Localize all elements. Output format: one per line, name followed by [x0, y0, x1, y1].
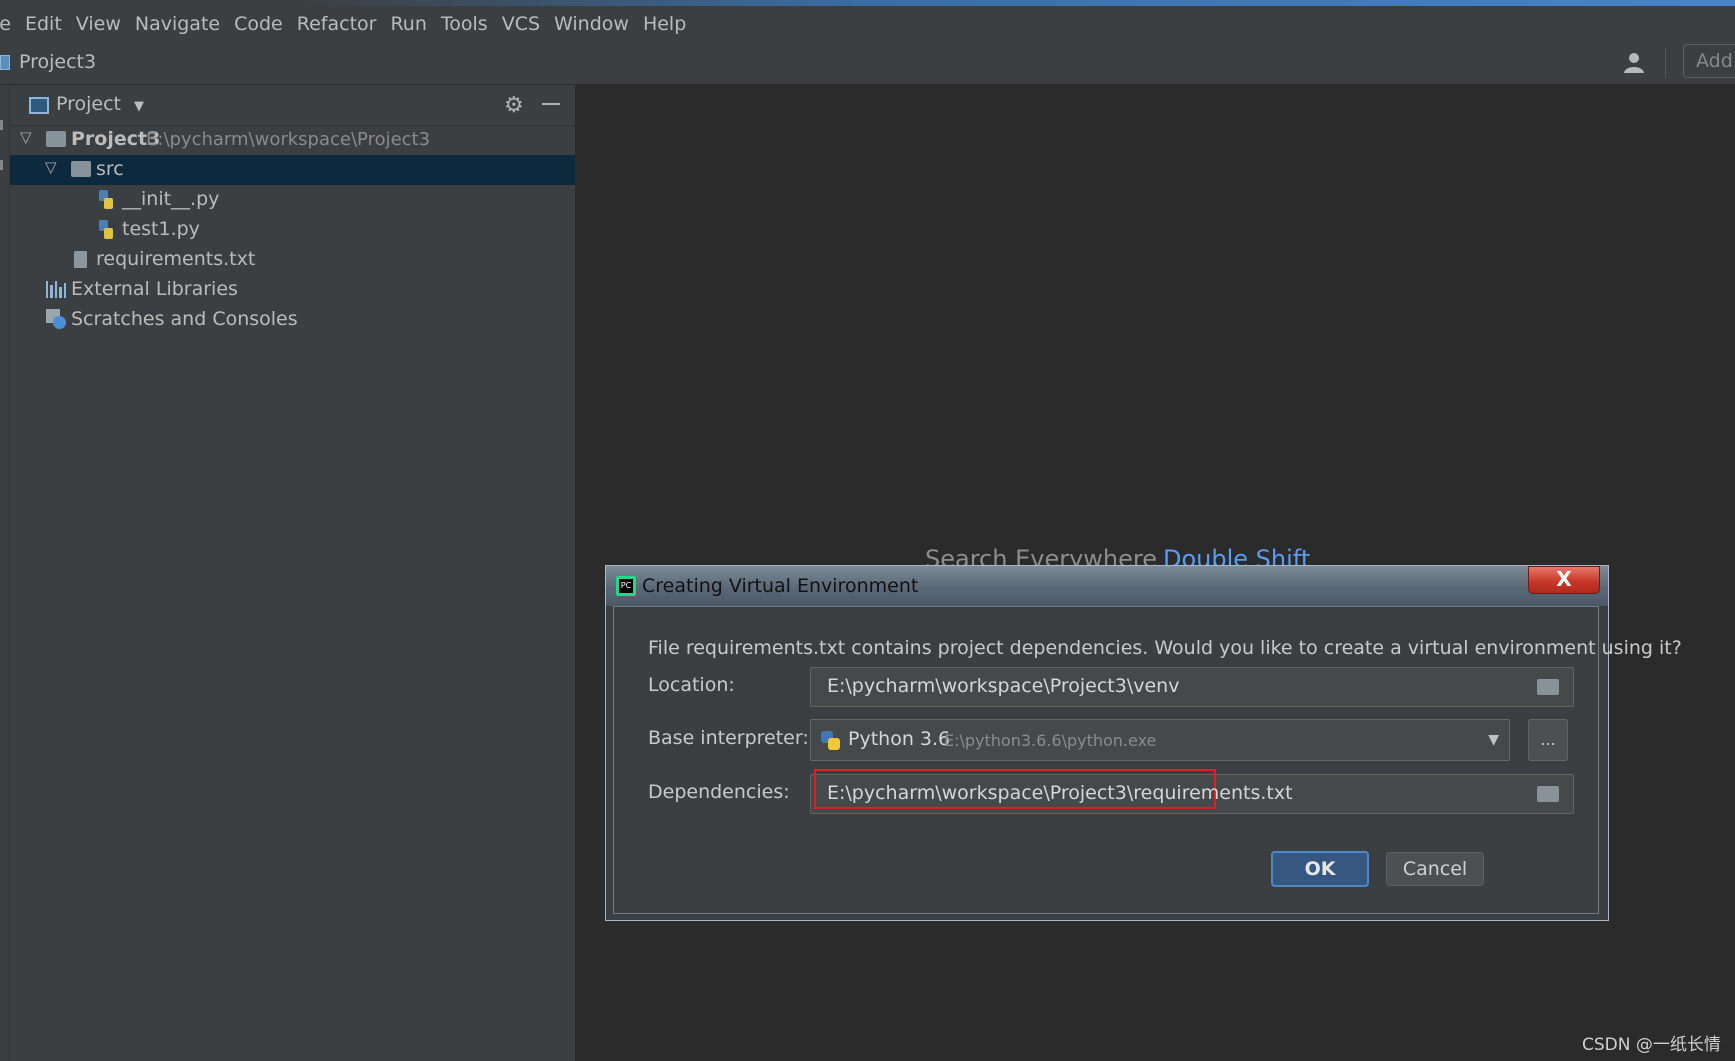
dialog-title: Creating Virtual Environment	[642, 575, 919, 597]
project-icon	[0, 55, 10, 70]
pycharm-icon: PC	[616, 576, 636, 596]
tree-item-requirements[interactable]: requirements.txt	[10, 245, 575, 275]
menu-edit[interactable]: Edit	[25, 13, 62, 35]
menu-navigate[interactable]: Navigate	[135, 13, 220, 35]
dependencies-label: Dependencies:	[648, 781, 790, 803]
navigation-bar: Project3 Add	[0, 42, 1735, 85]
chevron-down-icon[interactable]: ▼	[1488, 732, 1499, 748]
tree-init-label: __init__.py	[122, 188, 220, 210]
menu-tools[interactable]: Tools	[441, 13, 488, 35]
menu-refactor[interactable]: Refactor	[297, 13, 377, 35]
python-file-icon	[99, 220, 114, 239]
location-field[interactable]: E:\pycharm\workspace\Project3\venv	[810, 667, 1574, 707]
interpreter-label: Base interpreter:	[648, 727, 809, 749]
folder-icon[interactable]	[1537, 679, 1559, 695]
project-panel-header: Project ▼ ⚙	[10, 85, 575, 126]
text-file-icon	[74, 251, 87, 268]
stripe-marker	[0, 120, 3, 130]
tree-test1-label: test1.py	[122, 218, 200, 240]
tree-item-external-libraries[interactable]: External Libraries	[10, 275, 575, 305]
menu-view[interactable]: View	[76, 13, 121, 35]
chevron-down-icon[interactable]: ▼	[134, 99, 144, 114]
dependencies-value: E:\pycharm\workspace\Project3\requiremen…	[827, 782, 1293, 804]
menu-run[interactable]: Run	[390, 13, 426, 35]
project-view-icon	[29, 97, 49, 114]
menu-vcs[interactable]: VCS	[502, 13, 540, 35]
interpreter-path: E:\python3.6.6\python.exe	[944, 731, 1157, 750]
menu-file[interactable]: le	[0, 13, 11, 35]
tree-external-libraries-label: External Libraries	[71, 278, 238, 300]
menu-window[interactable]: Window	[554, 13, 629, 35]
python-file-icon	[99, 190, 114, 209]
tree-item-scratches[interactable]: Scratches and Consoles	[10, 305, 575, 335]
interpreter-select[interactable]: Python 3.6 E:\python3.6.6\python.exe ▼	[810, 719, 1510, 761]
tool-window-stripe	[0, 85, 10, 1061]
menu-bar: le Edit View Navigate Code Refactor Run …	[0, 6, 1735, 42]
folder-icon[interactable]	[1537, 786, 1559, 802]
add-configuration-button[interactable]: Add	[1683, 44, 1735, 78]
dialog-message: File requirements.txt contains project d…	[648, 637, 1682, 659]
chevron-down-icon[interactable]: ▽	[20, 128, 32, 146]
source-folder-icon	[71, 161, 91, 177]
tree-requirements-label: requirements.txt	[96, 248, 256, 270]
minimize-icon[interactable]	[542, 103, 560, 105]
create-venv-dialog: PC Creating Virtual Environment X File r…	[605, 565, 1682, 921]
tree-item-init[interactable]: __init__.py	[10, 185, 575, 215]
python-icon	[821, 731, 841, 751]
cancel-button[interactable]: Cancel	[1386, 852, 1484, 886]
scratches-icon	[46, 309, 66, 329]
tree-src-label: src	[96, 158, 124, 180]
menu-code[interactable]: Code	[234, 13, 283, 35]
dependencies-field[interactable]: E:\pycharm\workspace\Project3\requiremen…	[810, 769, 1574, 814]
folder-icon	[46, 131, 66, 147]
project-tool-window: Project ▼ ⚙ ▽ Project3 E:\pycharm\worksp…	[10, 85, 576, 1061]
menu-help[interactable]: Help	[643, 13, 686, 35]
browse-interpreter-button[interactable]: ...	[1528, 719, 1568, 761]
location-label: Location:	[648, 674, 735, 696]
breadcrumb-project[interactable]: Project3	[19, 51, 96, 73]
dialog-body: File requirements.txt contains project d…	[613, 606, 1682, 914]
project-view-title[interactable]: Project	[56, 93, 121, 115]
ok-button[interactable]: OK	[1271, 851, 1369, 887]
gear-icon[interactable]: ⚙	[504, 93, 524, 118]
tree-item-project3[interactable]: ▽ Project3 E:\pycharm\workspace\Project3	[10, 125, 575, 155]
user-icon[interactable]	[1622, 51, 1648, 75]
location-value: E:\pycharm\workspace\Project3\venv	[827, 675, 1180, 697]
tree-root-path: E:\pycharm\workspace\Project3	[146, 129, 431, 150]
project-tree: ▽ Project3 E:\pycharm\workspace\Project3…	[10, 125, 575, 335]
tree-item-src[interactable]: ▽ src	[10, 155, 575, 185]
watermark: CSDN @一纸长情	[1582, 1035, 1721, 1055]
tree-item-test1[interactable]: test1.py	[10, 215, 575, 245]
dialog-titlebar[interactable]: PC Creating Virtual Environment X	[606, 566, 1608, 606]
library-icon	[46, 281, 67, 298]
tree-scratches-label: Scratches and Consoles	[71, 308, 298, 330]
stripe-marker	[0, 160, 3, 170]
interpreter-name: Python 3.6	[848, 728, 951, 750]
chevron-down-icon[interactable]: ▽	[45, 158, 57, 176]
close-button[interactable]: X	[1528, 566, 1600, 594]
navbar-separator	[1665, 48, 1666, 78]
